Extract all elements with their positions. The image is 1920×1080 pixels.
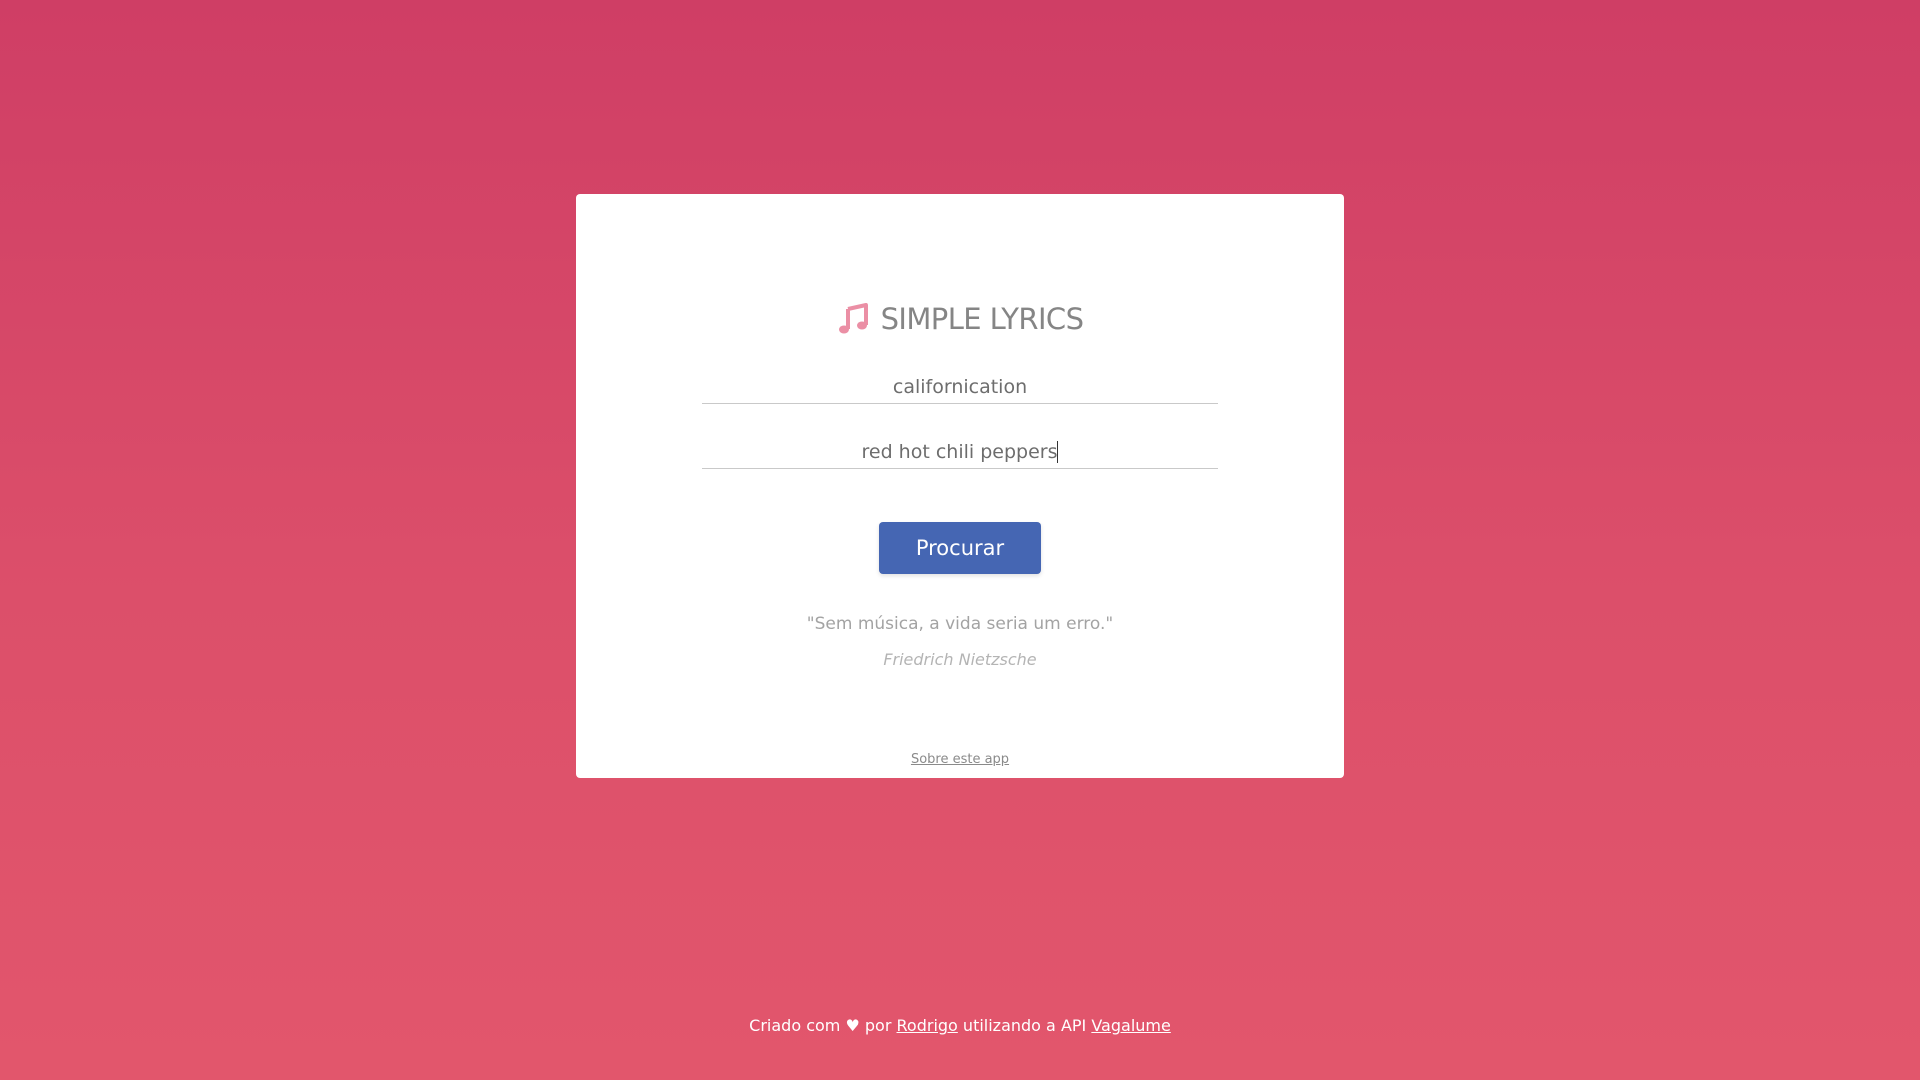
search-card: SIMPLE LYRICS californication red hot ch… xyxy=(576,194,1344,778)
music-note-icon xyxy=(838,303,868,334)
quote-author: Friedrich Nietzsche xyxy=(883,650,1037,669)
footer-by: por xyxy=(864,1016,892,1035)
heart-icon: ♥ xyxy=(845,1016,860,1035)
author-link[interactable]: Rodrigo xyxy=(897,1016,958,1035)
footer-middle: utilizando a API xyxy=(962,1016,1087,1035)
song-input-value: californication xyxy=(892,375,1028,398)
footer-prefix: Criado com xyxy=(749,1016,841,1035)
text-caret xyxy=(1057,440,1059,463)
api-link[interactable]: Vagalume xyxy=(1091,1016,1170,1035)
about-section: Sobre este app xyxy=(576,752,1344,767)
app-title: SIMPLE LYRICS xyxy=(880,302,1084,336)
page-footer: Criado com ♥ por Rodrigo utilizando a AP… xyxy=(0,1016,1920,1035)
artist-input-value: red hot chili peppers xyxy=(861,440,1058,463)
quote-text: "Sem música, a vida seria um erro." xyxy=(806,614,1114,634)
artist-input[interactable]: red hot chili peppers xyxy=(702,435,1218,469)
about-app-link[interactable]: Sobre este app xyxy=(911,752,1009,767)
app-logo: SIMPLE LYRICS xyxy=(576,302,1344,336)
song-input[interactable]: californication xyxy=(702,370,1218,404)
search-button[interactable]: Procurar xyxy=(879,522,1041,574)
